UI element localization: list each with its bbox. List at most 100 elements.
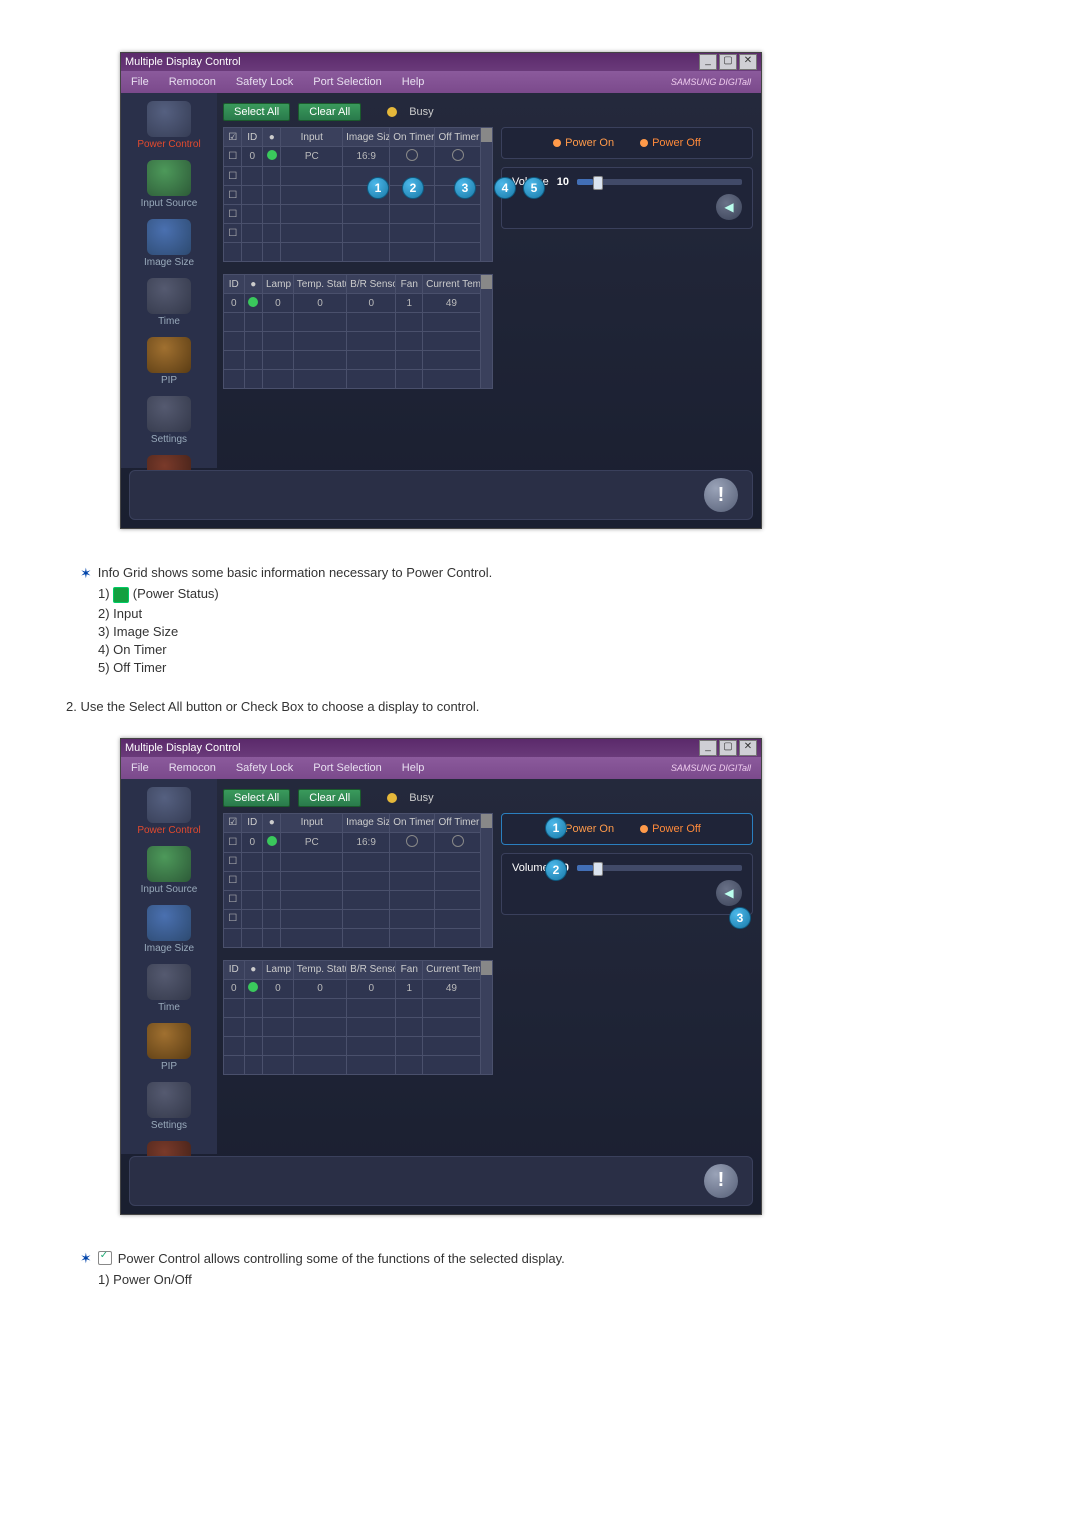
col-br-sensor: B/R Sensor xyxy=(347,275,396,294)
volume-value: 10 xyxy=(557,176,569,188)
info-grid-top: ☑ ID ● Input Image Size On Timer Off Tim… xyxy=(223,813,493,948)
close-icon[interactable]: ✕ xyxy=(739,740,757,756)
row-checkbox[interactable]: ☐ xyxy=(224,890,242,909)
minimize-icon[interactable]: _ xyxy=(699,54,717,70)
sidebar-item-image-size[interactable]: Image Size xyxy=(129,219,209,274)
sidebar-item-label: Settings xyxy=(151,1120,187,1131)
row-checkbox[interactable]: ☐ xyxy=(224,871,242,890)
scrollbar[interactable] xyxy=(480,128,492,262)
row-checkbox[interactable]: ☐ xyxy=(224,224,242,243)
menu-file[interactable]: File xyxy=(121,76,159,88)
row-checkbox[interactable]: ☐ xyxy=(224,205,242,224)
menu-file[interactable]: File xyxy=(121,762,159,774)
volume-panel: Volume 10 ◀ xyxy=(501,167,753,229)
col-temp-status: Temp. Status xyxy=(293,275,346,294)
busy-indicator-icon xyxy=(387,107,397,117)
power-on-button[interactable]: Power On xyxy=(547,136,620,150)
table-row xyxy=(224,1017,493,1036)
power-panel: Power On Power Off xyxy=(501,813,753,845)
minimize-icon[interactable]: _ xyxy=(699,740,717,756)
sidebar-item-label: Image Size xyxy=(144,257,194,268)
callout-badge-2: 2 xyxy=(402,177,424,199)
menu-remocon[interactable]: Remocon xyxy=(159,76,226,88)
sidebar-item-time[interactable]: Time xyxy=(129,964,209,1019)
table-row: ☐ xyxy=(224,871,493,890)
list-item: 1) (Power Status) xyxy=(98,586,1020,603)
row-checkbox[interactable]: ☐ xyxy=(224,832,242,852)
sidebar-item-power-control[interactable]: Power Control xyxy=(129,101,209,156)
row-checkbox[interactable]: ☐ xyxy=(224,186,242,205)
star-icon: ✶ xyxy=(80,1251,92,1265)
sidebar-item-power-control[interactable]: Power Control xyxy=(129,787,209,842)
speaker-icon[interactable]: ◀ xyxy=(716,194,742,220)
sidebar: Power Control Input Source Image Size Ti… xyxy=(121,93,217,468)
menu-help[interactable]: Help xyxy=(392,762,435,774)
cell-status xyxy=(263,832,281,852)
power-panel: Power On Power Off xyxy=(501,127,753,159)
pip-icon xyxy=(147,337,191,373)
sidebar-item-input-source[interactable]: Input Source xyxy=(129,160,209,215)
menubar: File Remocon Safety Lock Port Selection … xyxy=(121,757,761,779)
menu-remocon[interactable]: Remocon xyxy=(159,762,226,774)
close-icon[interactable]: ✕ xyxy=(739,54,757,70)
sidebar-item-settings[interactable]: Settings xyxy=(129,396,209,451)
table-row[interactable]: ☐ 0 PC 16:9 xyxy=(224,832,493,852)
sidebar-item-image-size[interactable]: Image Size xyxy=(129,905,209,960)
col-on-timer: On Timer xyxy=(390,128,435,147)
maximize-icon[interactable]: ▢ xyxy=(719,740,737,756)
clear-all-button[interactable]: Clear All xyxy=(298,103,361,121)
col-input: Input xyxy=(281,128,343,147)
row-checkbox[interactable]: ☐ xyxy=(224,852,242,871)
info-grid-bottom: ID ● Lamp Temp. Status B/R Sensor Fan Cu… xyxy=(223,960,493,1075)
table-header-row: ID ● Lamp Temp. Status B/R Sensor Fan Cu… xyxy=(224,275,493,294)
input-source-icon xyxy=(147,160,191,196)
sidebar-item-label: PIP xyxy=(161,1061,177,1072)
col-status: ● xyxy=(244,960,262,979)
col-off-timer: Off Timer xyxy=(435,813,480,832)
cell-br-sensor: 0 xyxy=(347,294,396,313)
menu-help[interactable]: Help xyxy=(392,76,435,88)
volume-slider[interactable] xyxy=(577,865,742,871)
table-row: ☐ xyxy=(224,224,493,243)
cell-current-temp: 49 xyxy=(423,979,480,998)
info-grid-bottom: ID ● Lamp Temp. Status B/R Sensor Fan Cu… xyxy=(223,274,493,389)
cell-input: PC xyxy=(281,147,343,167)
volume-slider[interactable] xyxy=(577,179,742,185)
sidebar-item-label: Time xyxy=(158,316,180,327)
scrollbar[interactable] xyxy=(480,275,492,389)
sidebar-item-input-source[interactable]: Input Source xyxy=(129,846,209,901)
callout-badge-1: 1 xyxy=(545,817,567,839)
scrollbar[interactable] xyxy=(480,813,492,947)
doc-paragraph: Info Grid shows some basic information n… xyxy=(98,565,493,580)
row-checkbox[interactable]: ☐ xyxy=(224,167,242,186)
menu-port[interactable]: Port Selection xyxy=(303,76,391,88)
maximize-icon[interactable]: ▢ xyxy=(719,54,737,70)
sidebar-item-time[interactable]: Time xyxy=(129,278,209,333)
power-off-button[interactable]: Power Off xyxy=(634,136,707,150)
sidebar-item-pip[interactable]: PIP xyxy=(129,1023,209,1078)
speaker-icon[interactable]: ◀ xyxy=(716,880,742,906)
sidebar-item-pip[interactable]: PIP xyxy=(129,337,209,392)
col-check[interactable]: ☑ xyxy=(224,813,242,832)
row-checkbox[interactable]: ☐ xyxy=(224,909,242,928)
menu-port[interactable]: Port Selection xyxy=(303,762,391,774)
clear-all-button[interactable]: Clear All xyxy=(298,789,361,807)
power-off-button[interactable]: Power Off xyxy=(634,822,707,836)
col-check[interactable]: ☑ xyxy=(224,128,242,147)
status-bar: ! xyxy=(129,1156,753,1206)
row-checkbox[interactable]: ☐ xyxy=(224,147,242,167)
menu-safety[interactable]: Safety Lock xyxy=(226,76,303,88)
callout-badge-3: 3 xyxy=(454,177,476,199)
brand-logo: SAMSUNG DIGITall xyxy=(661,763,761,773)
table-row[interactable]: 0 0 0 0 1 49 xyxy=(224,979,493,998)
table-row[interactable]: ☐ 0 PC 16:9 xyxy=(224,147,493,167)
select-all-button[interactable]: Select All xyxy=(223,789,290,807)
menu-safety[interactable]: Safety Lock xyxy=(226,762,303,774)
table-row[interactable]: 0 0 0 0 1 49 xyxy=(224,294,493,313)
scrollbar[interactable] xyxy=(480,960,492,1074)
sidebar-item-settings[interactable]: Settings xyxy=(129,1082,209,1137)
select-all-button[interactable]: Select All xyxy=(223,103,290,121)
callout-badge-2: 2 xyxy=(545,859,567,881)
time-icon xyxy=(147,278,191,314)
col-status: ● xyxy=(263,813,281,832)
